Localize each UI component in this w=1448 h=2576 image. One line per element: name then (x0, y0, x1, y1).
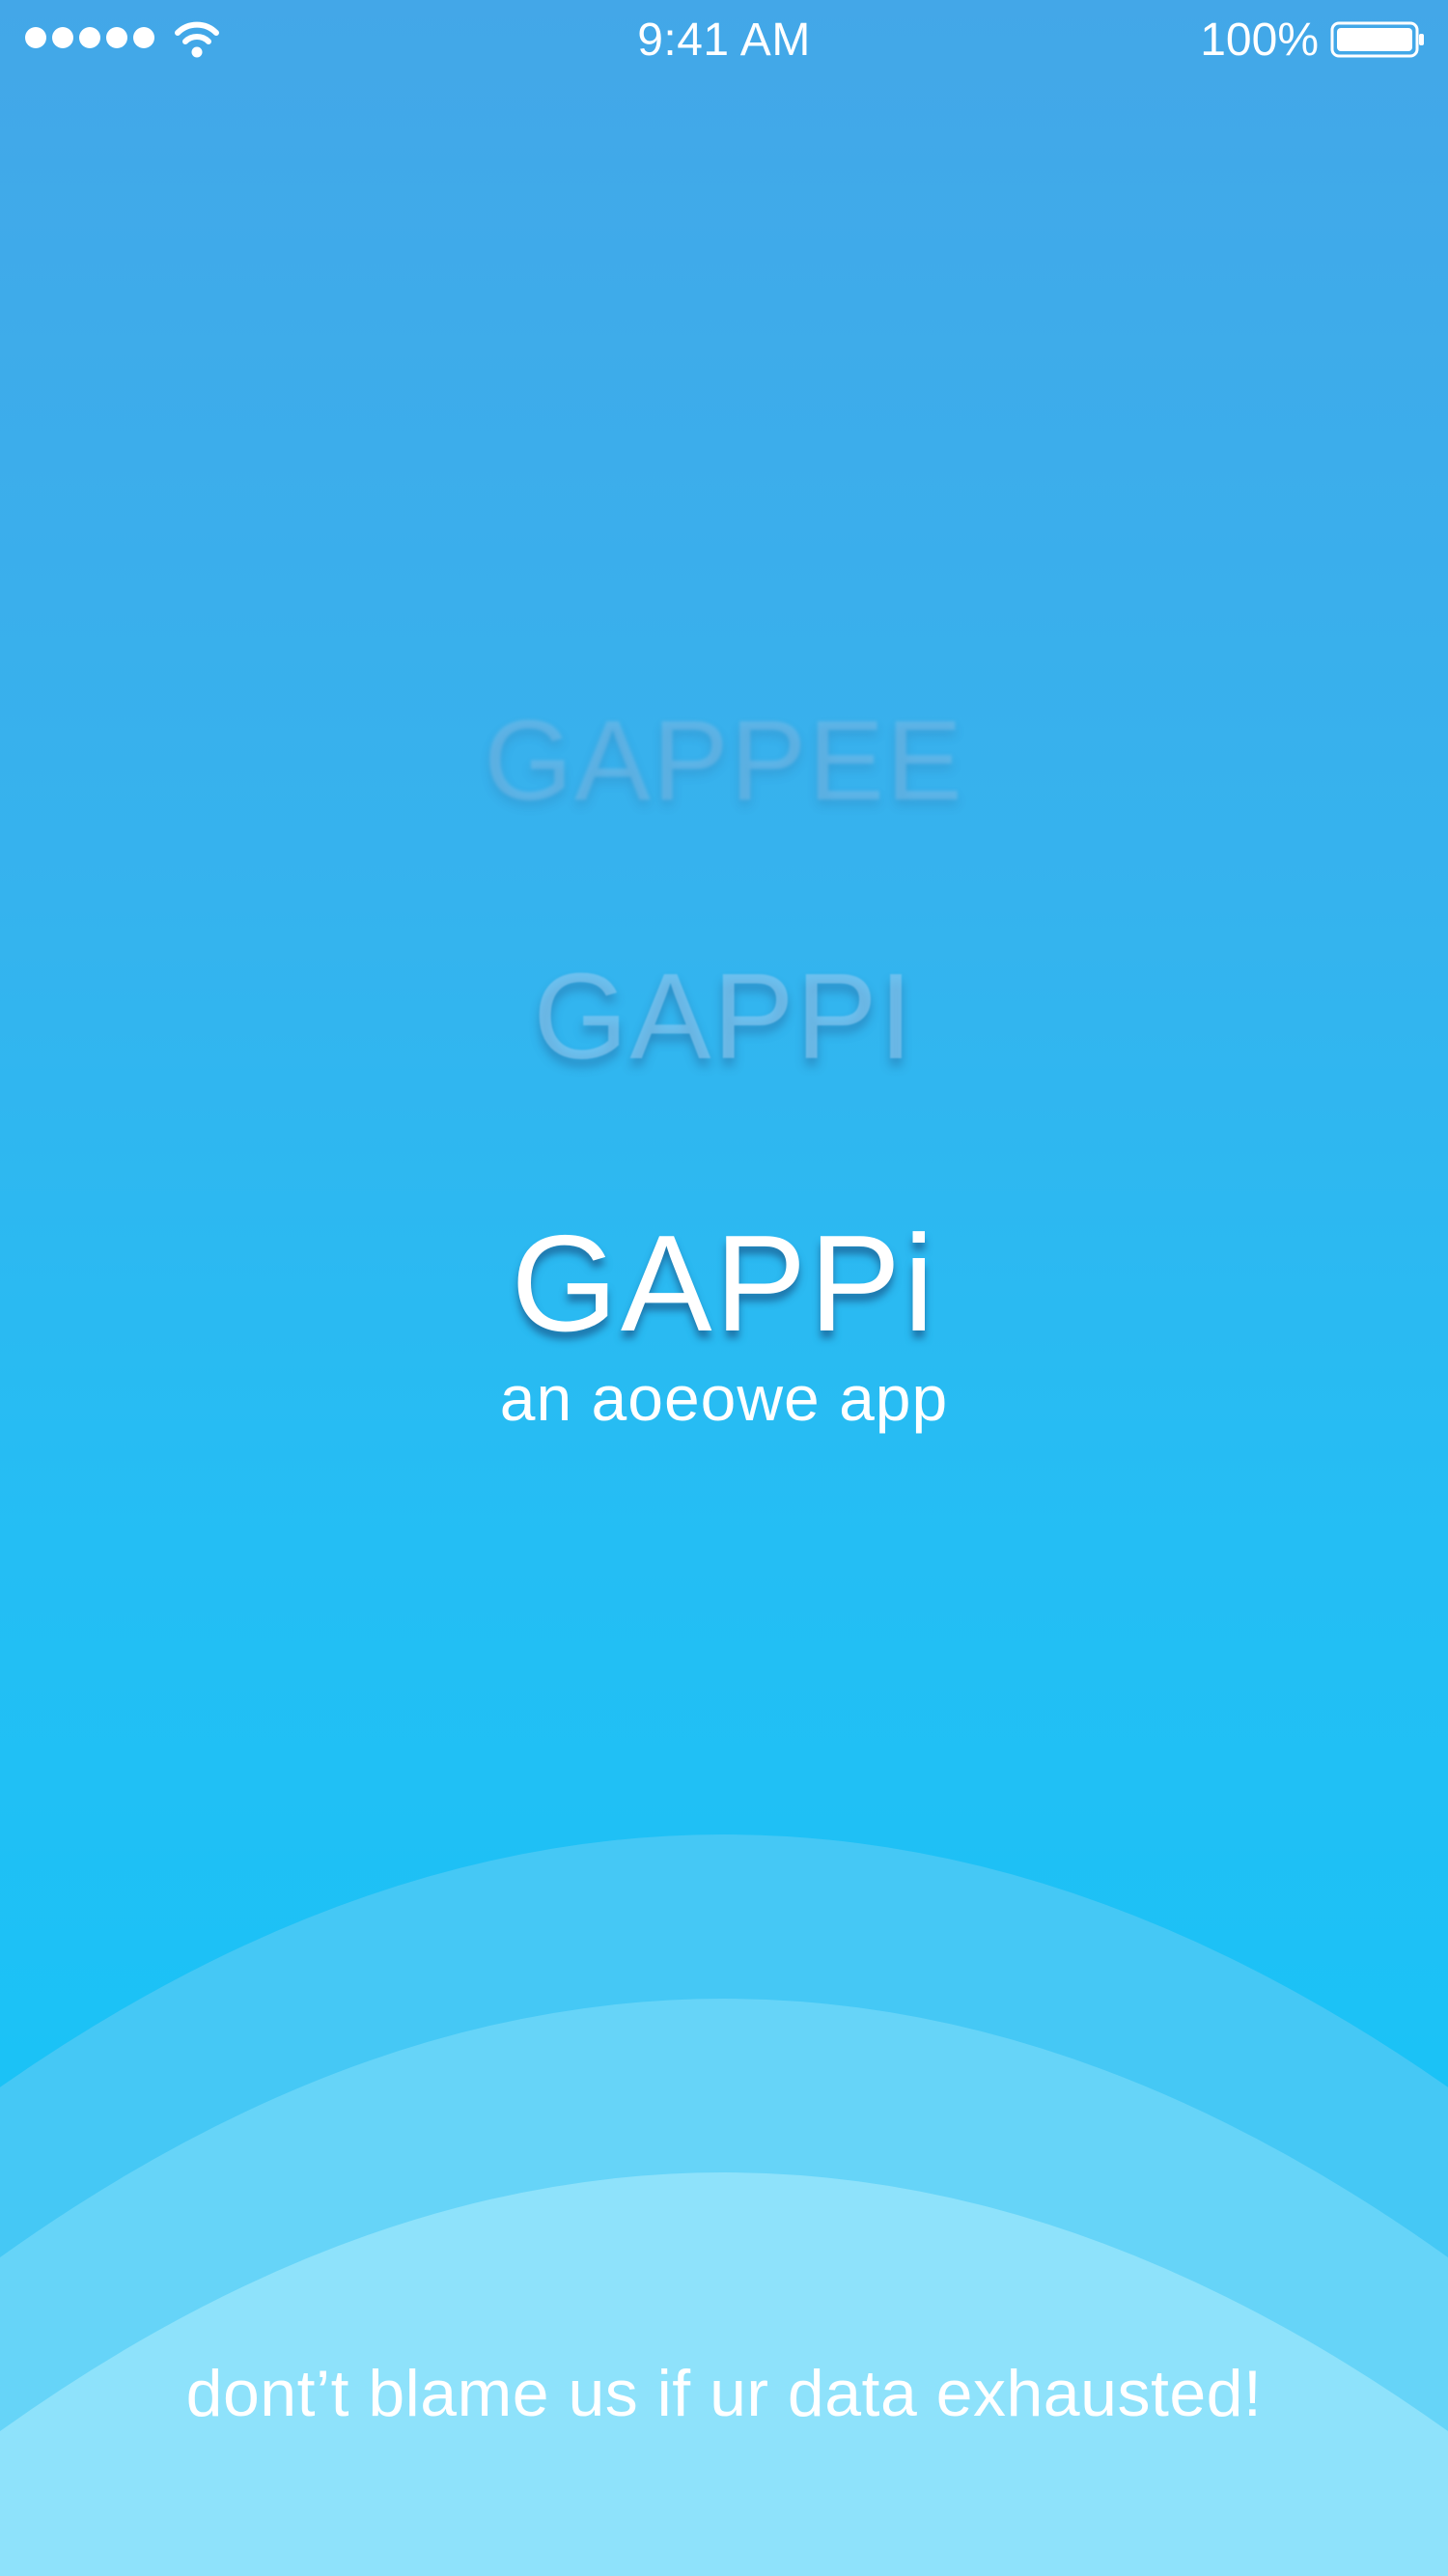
footer-disclaimer: dont’t blame us if ur data exhausted! (185, 2357, 1263, 2430)
splash-screen: 9:41 AM 100% GAPPEE GAPPI GAPPi an aoeow… (0, 0, 1448, 2576)
status-bar: 9:41 AM 100% (0, 0, 1448, 81)
app-title: GAPPi (511, 1207, 937, 1360)
battery-percent: 100% (1200, 14, 1319, 66)
battery-icon (1330, 21, 1424, 58)
ghost-title-gappee: GAPPEE (484, 697, 964, 825)
ghost-title-gappi: GAPPI (533, 948, 915, 1084)
app-subtitle: an aoeowe app (499, 1362, 949, 1434)
decorative-arcs (0, 1834, 1448, 2576)
